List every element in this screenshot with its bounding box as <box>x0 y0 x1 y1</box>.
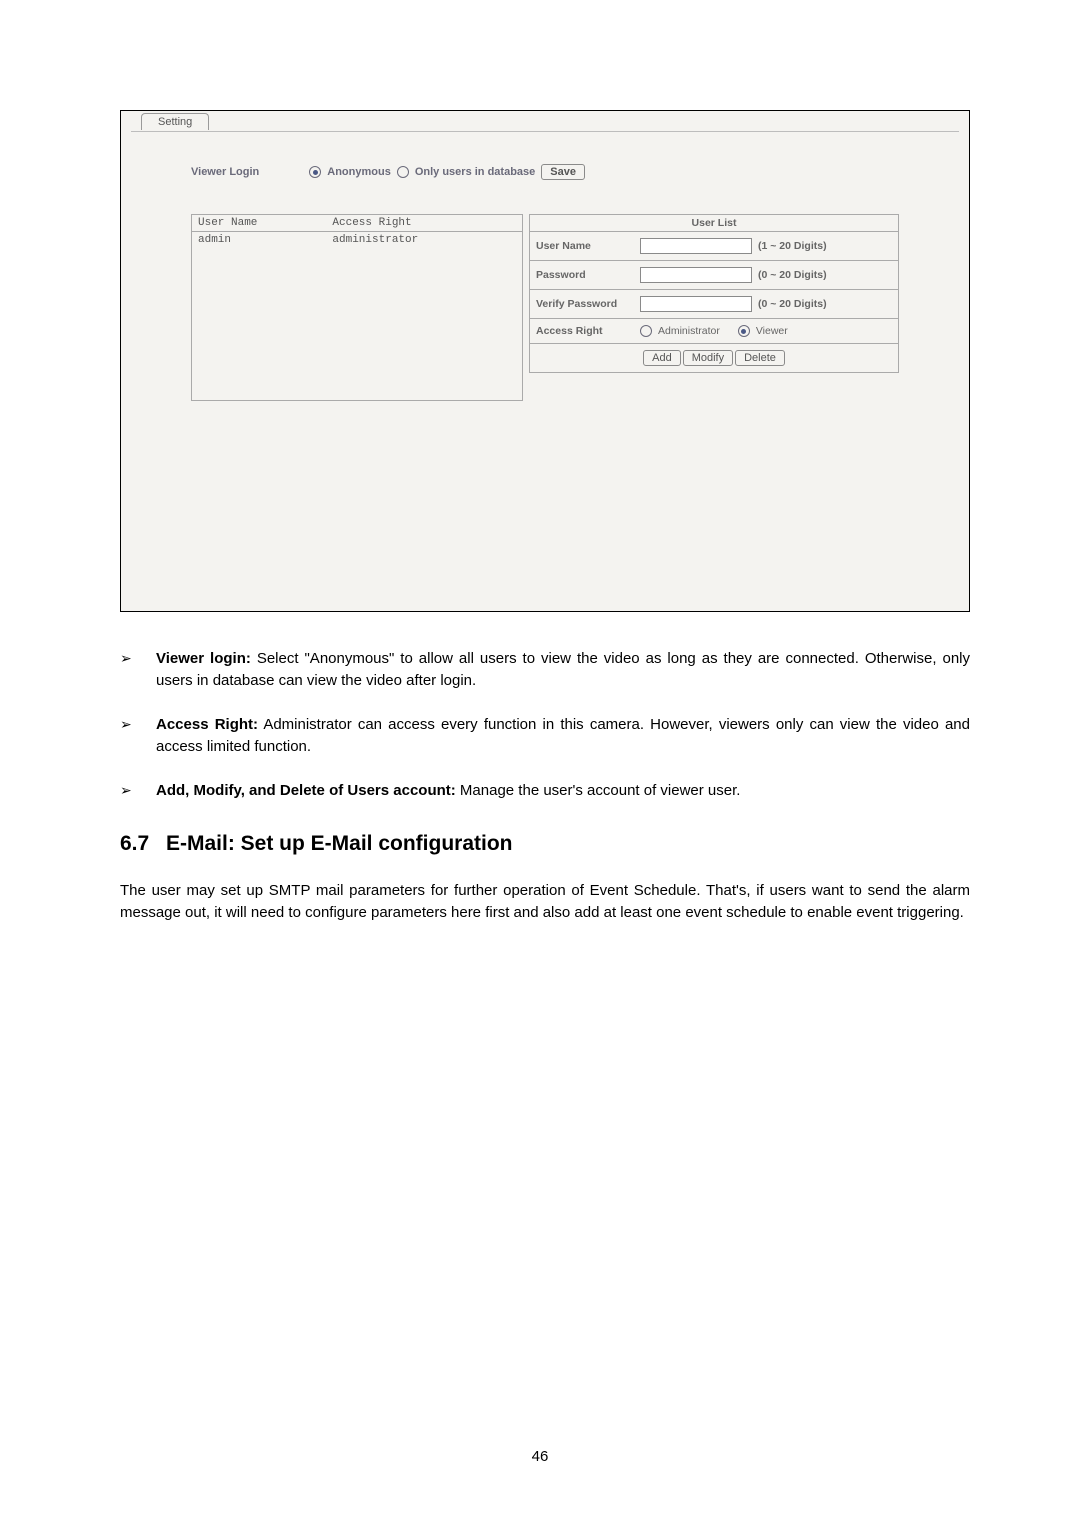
radio-only-db[interactable] <box>397 166 409 178</box>
user-list-title: User List <box>529 214 899 232</box>
th-user-name: User Name <box>192 215 326 231</box>
viewer-login-label: Viewer Login <box>191 166 259 178</box>
radio-anonymous-label: Anonymous <box>327 166 391 178</box>
label-user-name: User Name <box>536 240 634 252</box>
input-password[interactable] <box>640 267 752 283</box>
tab-setting[interactable]: Setting <box>141 113 209 130</box>
section-paragraph: The user may set up SMTP mail parameters… <box>120 880 970 924</box>
delete-button[interactable]: Delete <box>735 350 785 366</box>
user-list-panel: User List User Name (1 ~ 20 Digits) Pass… <box>529 214 899 401</box>
hint-verify-password: (0 ~ 20 Digits) <box>758 298 890 310</box>
user-table: User Name Access Right admin administrat… <box>191 214 523 401</box>
bullet-list: ➢ Viewer login: Select "Anonymous" to al… <box>120 648 970 802</box>
bullet-arrow-icon: ➢ <box>120 714 136 758</box>
radio-viewer-label: Viewer <box>756 325 788 337</box>
th-access-right: Access Right <box>326 215 522 231</box>
radio-administrator[interactable] <box>640 325 652 337</box>
radio-viewer[interactable] <box>738 325 750 337</box>
td-access-right: administrator <box>326 232 522 400</box>
add-button[interactable]: Add <box>643 350 681 366</box>
radio-anonymous[interactable] <box>309 166 321 178</box>
page-number: 46 <box>0 1448 1080 1465</box>
label-access-right: Access Right <box>536 325 634 337</box>
input-verify-password[interactable] <box>640 296 752 312</box>
bullet-arrow-icon: ➢ <box>120 780 136 802</box>
section-heading: 6.7E-Mail: Set up E-Mail configuration <box>120 832 970 856</box>
settings-screenshot: Setting Viewer Login Anonymous Only user… <box>120 110 970 612</box>
label-verify-password: Verify Password <box>536 298 634 310</box>
bullet-viewer-login: Viewer login: Select "Anonymous" to allo… <box>156 648 970 692</box>
bullet-arrow-icon: ➢ <box>120 648 136 692</box>
radio-only-db-label: Only users in database <box>415 166 535 178</box>
radio-administrator-label: Administrator <box>658 325 720 337</box>
bullet-access-right: Access Right: Administrator can access e… <box>156 714 970 758</box>
td-user-name: admin <box>192 232 326 400</box>
save-button[interactable]: Save <box>541 164 585 180</box>
bullet-add-modify-delete: Add, Modify, and Delete of Users account… <box>156 780 970 802</box>
hint-user-name: (1 ~ 20 Digits) <box>758 240 890 252</box>
label-password: Password <box>536 269 634 281</box>
hint-password: (0 ~ 20 Digits) <box>758 269 890 281</box>
modify-button[interactable]: Modify <box>683 350 733 366</box>
input-user-name[interactable] <box>640 238 752 254</box>
